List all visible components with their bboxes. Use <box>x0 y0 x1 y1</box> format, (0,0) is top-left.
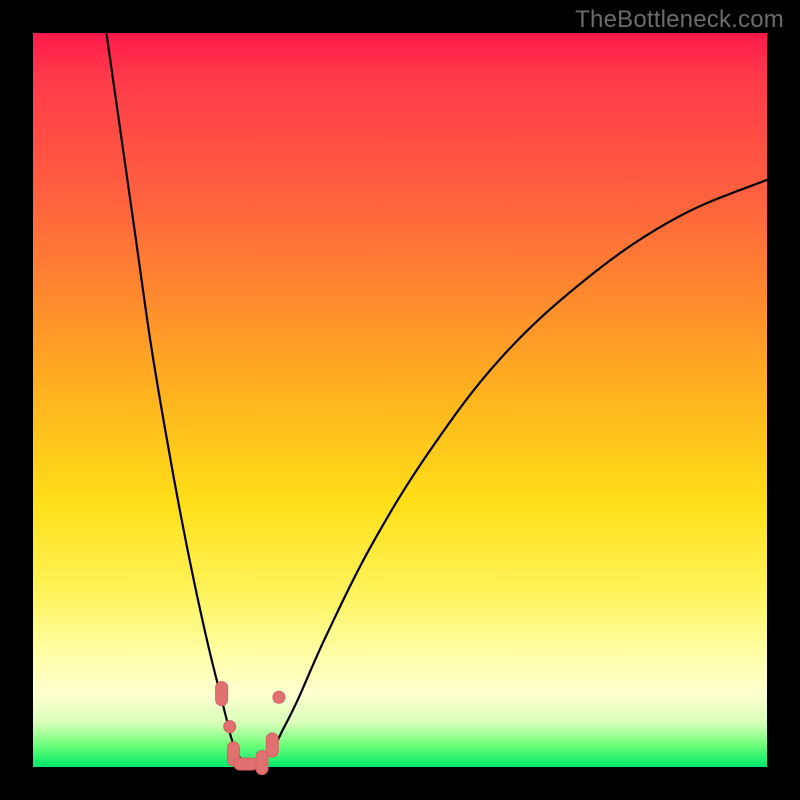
curve-marker-0 <box>216 682 228 706</box>
curve-right-branch <box>253 180 767 767</box>
curve-marker-6 <box>273 691 285 703</box>
marker-group <box>216 682 285 775</box>
curve-marker-3 <box>234 758 258 770</box>
curve-marker-5 <box>266 733 278 757</box>
curve-marker-4 <box>256 751 268 775</box>
chart-svg <box>33 33 767 767</box>
watermark-text: TheBottleneck.com <box>575 6 784 34</box>
curve-left-branch <box>106 33 253 767</box>
outer-frame: TheBottleneck.com <box>0 0 800 800</box>
curve-marker-1 <box>224 721 236 733</box>
plot-area <box>33 33 767 767</box>
